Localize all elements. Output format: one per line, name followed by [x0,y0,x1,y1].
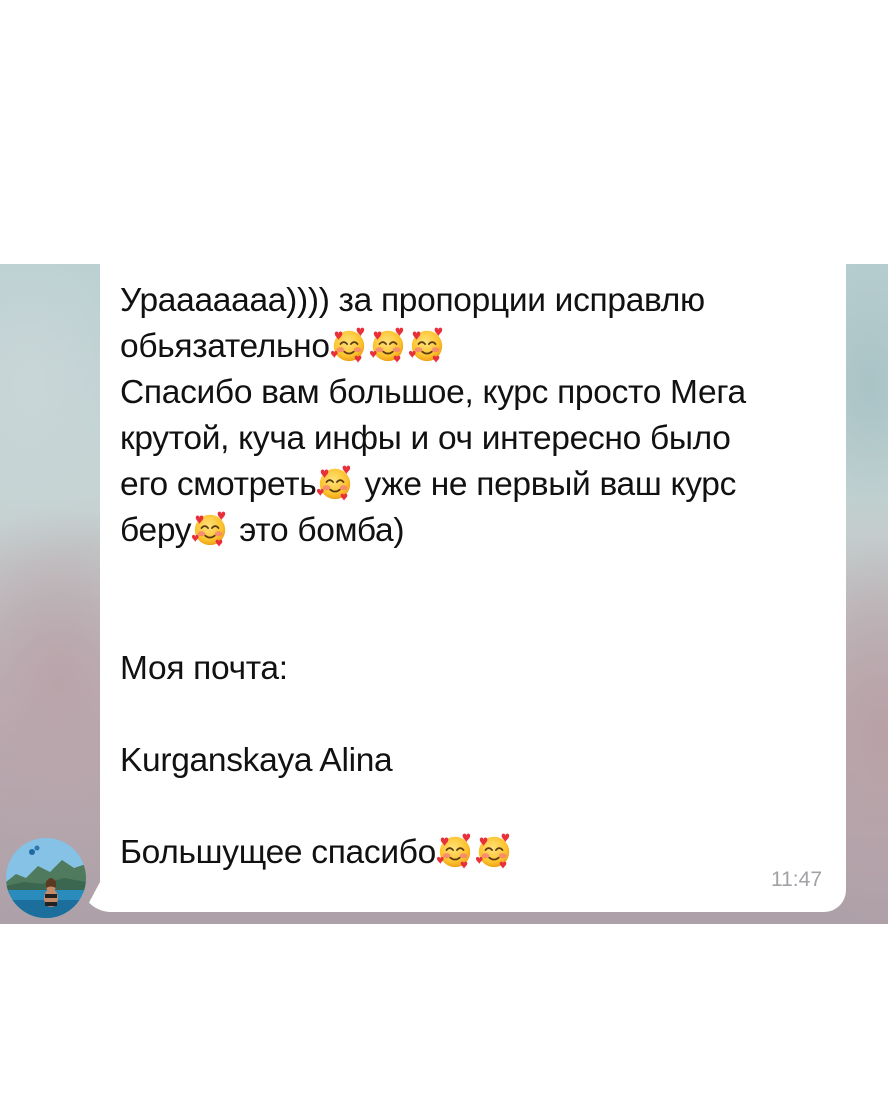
sender-name: Kurganskaya Alina [120,742,393,779]
avatar-photo [6,838,86,918]
message-bubble[interactable]: Урааааааа)))) за пропорции исправлю обья… [100,264,846,912]
avatar[interactable] [6,838,86,918]
smiling-face-with-hearts-icon [436,832,474,870]
smiling-face-with-hearts-icon [369,326,407,364]
smiling-face-with-hearts-icon [408,326,446,364]
message-line-3: Спасибо вам большое, курс просто Мега [120,374,746,411]
message-time: 11:47 [771,868,822,891]
message-line-1: Урааааааа)))) за пропорции исправлю [120,282,705,319]
smiling-face-with-hearts-icon [330,326,368,364]
smiling-face-with-hearts-icon [316,464,354,502]
message-text: Урааааааа)))) за пропорции исправлю обья… [120,278,820,876]
thanks-line: Большущее спасибо [120,830,820,876]
message-line-2: обьязательно [120,324,820,370]
email-label: Моя почта: [120,650,288,687]
smiling-face-with-hearts-icon [475,832,513,870]
message-line-4: крутой, куча инфы и оч интересно было [120,420,731,457]
message-line-6: беру это бомба) [120,510,405,549]
chat-area: Урааааааа)))) за пропорции исправлю обья… [0,264,888,924]
message-line-5: его смотреть уже не первый ваш курс [120,464,737,503]
smiling-face-with-hearts-icon [191,510,229,548]
